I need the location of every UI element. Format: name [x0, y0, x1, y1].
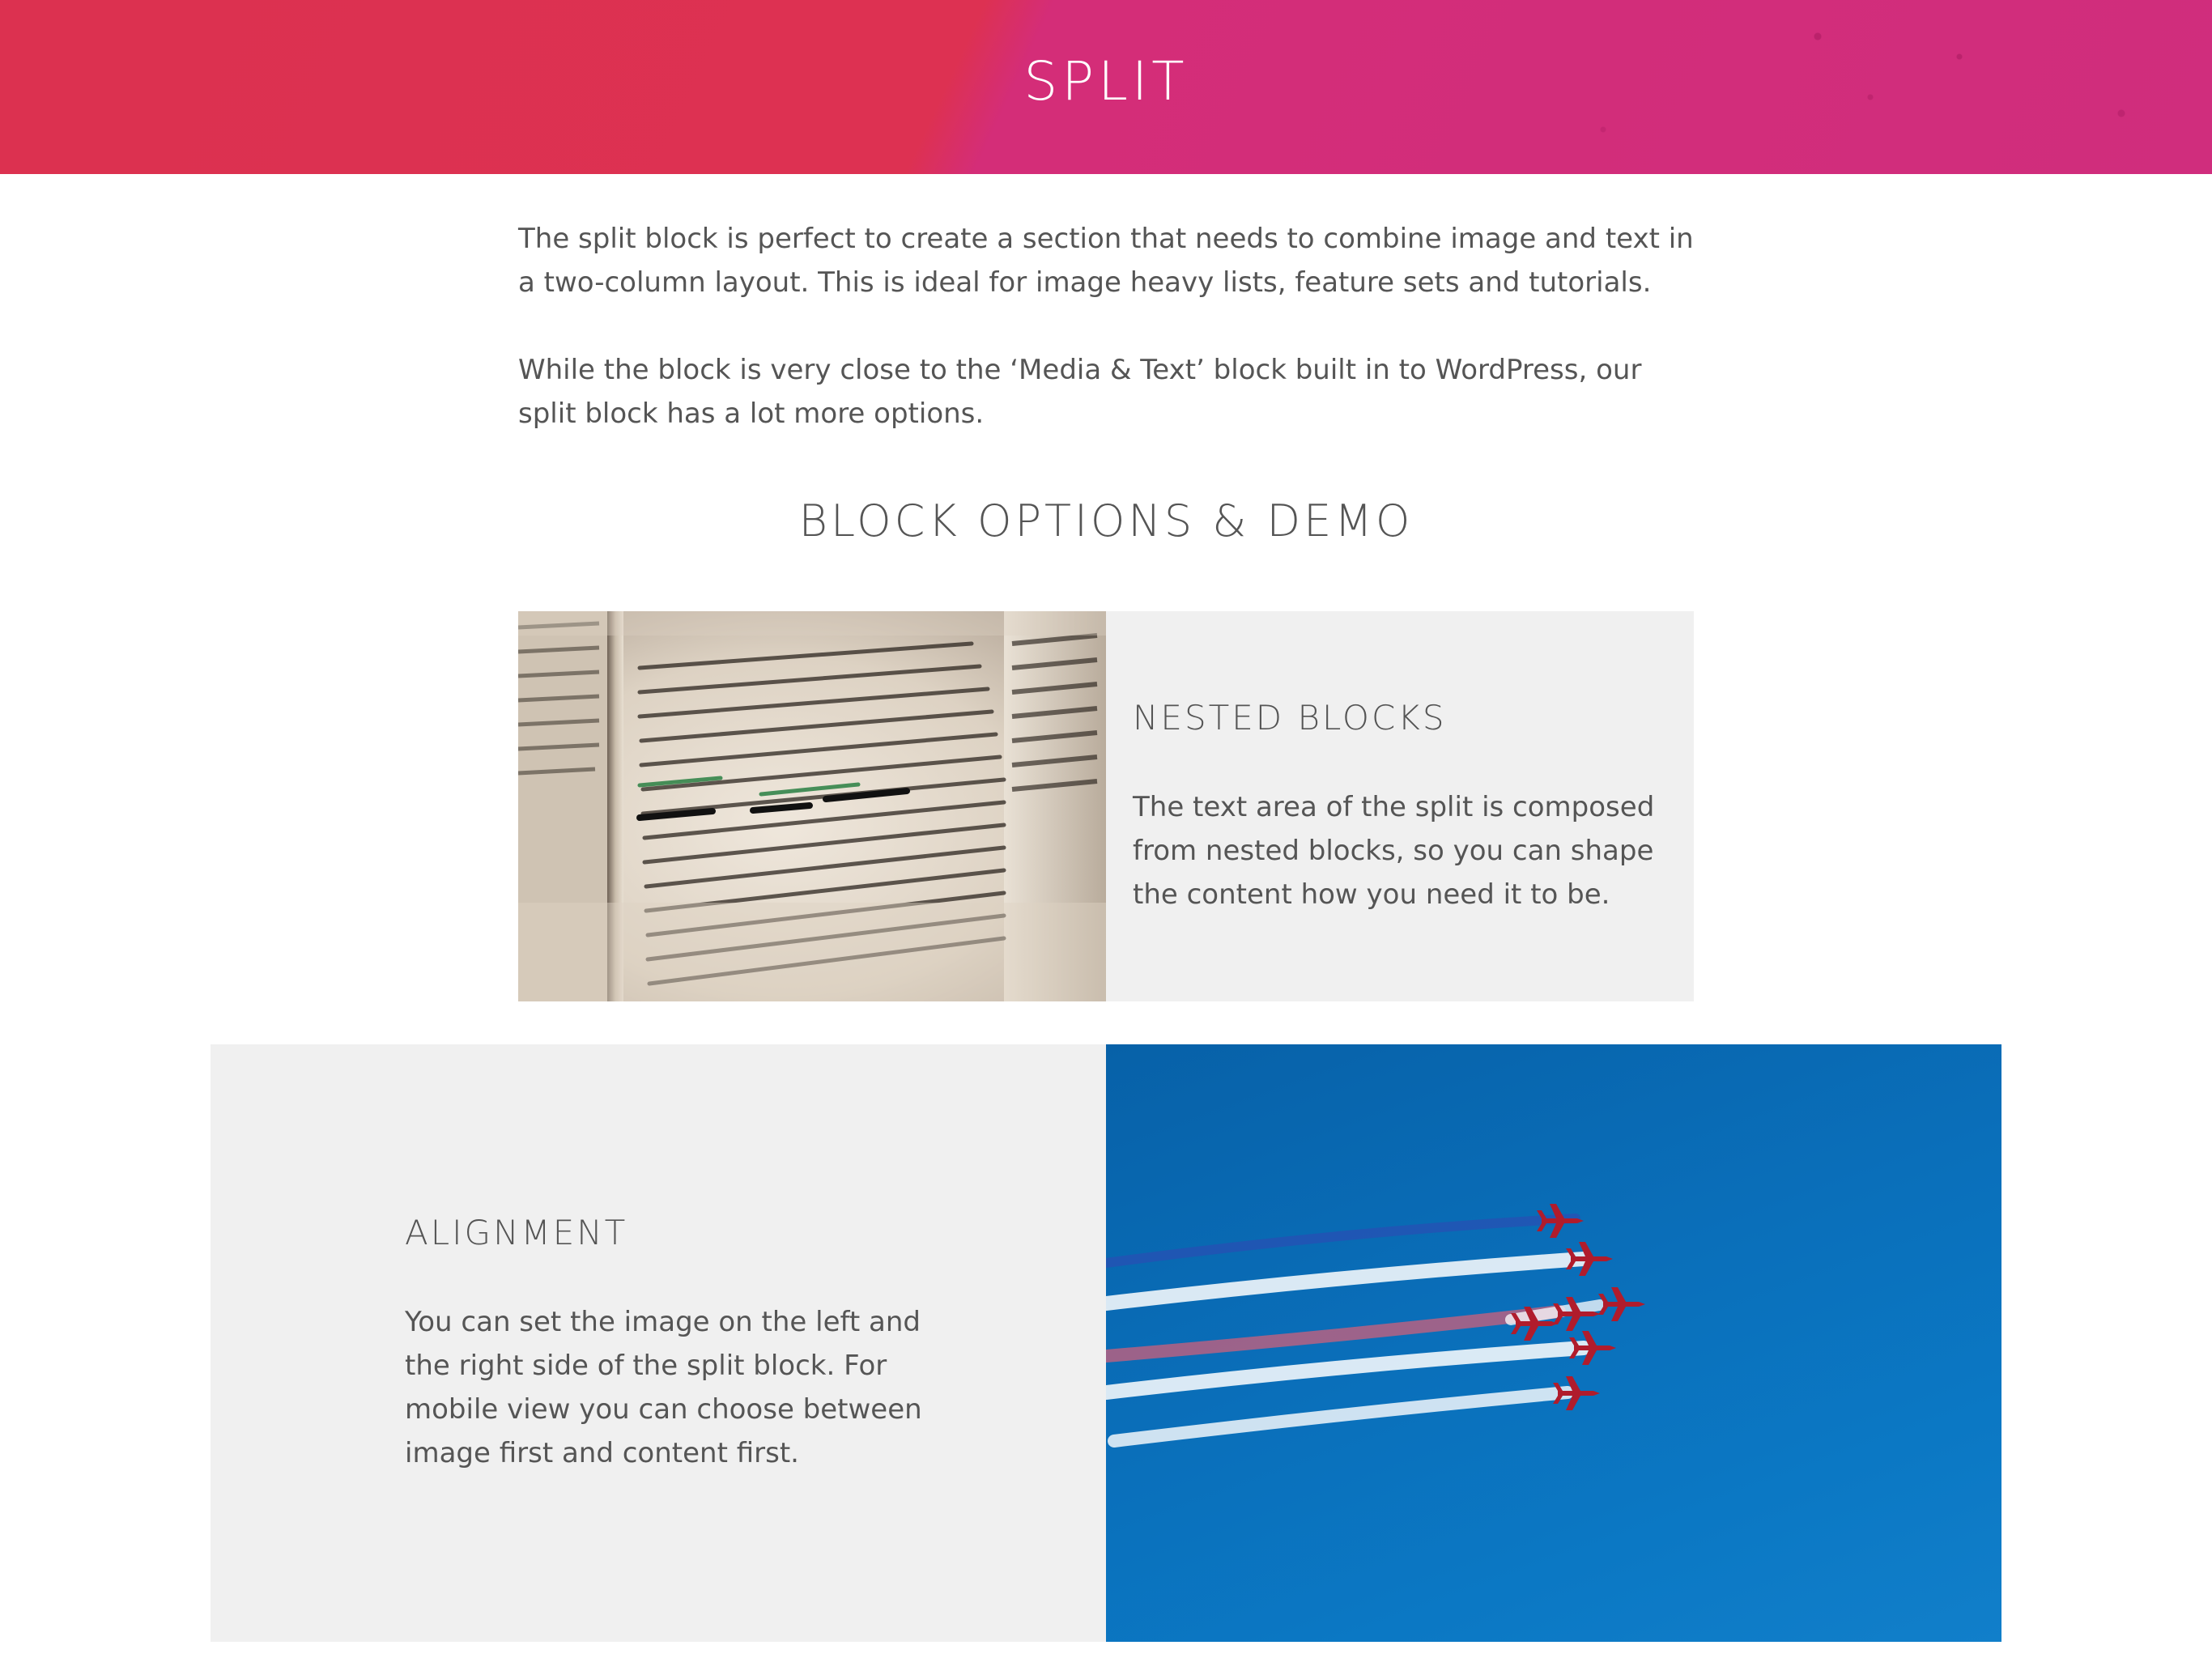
dictionary-illustration	[518, 611, 1106, 1001]
nested-blocks-heading: NESTED BLOCKS	[1133, 698, 1447, 738]
split-block-alignment: ALIGNMENT You can set the image on the l…	[211, 1044, 2001, 1642]
split-content-alignment: ALIGNMENT You can set the image on the l…	[211, 1044, 1106, 1642]
intro-section: The split block is perfect to create a s…	[518, 217, 1700, 479]
split-content-nested: NESTED BLOCKS The text area of the split…	[1106, 611, 1694, 1001]
dictionary-image	[518, 611, 1106, 1001]
header-banner: SPLIT	[0, 0, 2212, 174]
jets-image	[1106, 1044, 2001, 1642]
intro-paragraph-2: While the block is very close to the ‘Me…	[518, 354, 1642, 430]
alignment-text: You can set the image on the left and th…	[405, 1306, 922, 1469]
alignment-heading: ALIGNMENT	[405, 1213, 628, 1252]
nested-blocks-text: The text area of the split is composed f…	[1133, 791, 1655, 911]
page: SPLIT The split block is perfect to crea…	[0, 0, 2212, 1658]
split-block-nested: NESTED BLOCKS The text area of the split…	[518, 611, 1694, 1001]
section-heading: BLOCK OPTIONS & DEMO	[798, 495, 1414, 546]
intro-paragraph-1: The split block is perfect to create a s…	[518, 223, 1694, 299]
page-title: SPLIT	[1023, 50, 1189, 113]
jets-illustration	[1106, 1204, 1645, 1448]
